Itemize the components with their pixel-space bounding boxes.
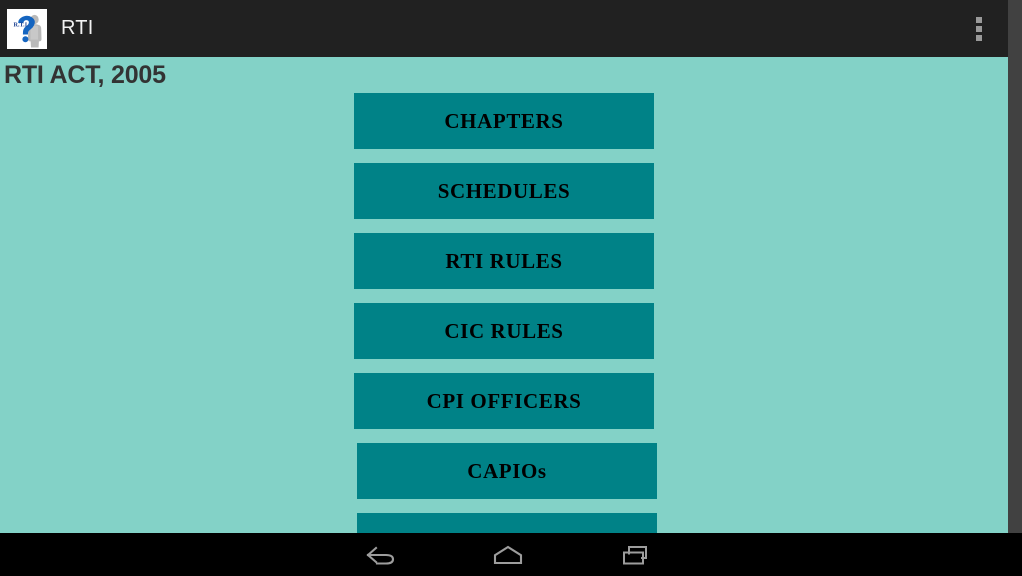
schedules-button[interactable]: SCHEDULES bbox=[354, 163, 654, 219]
chapters-button[interactable]: CHAPTERS bbox=[354, 93, 654, 149]
overflow-dot bbox=[976, 34, 982, 41]
cpi-officers-button[interactable]: CPI OFFICERS bbox=[354, 373, 654, 429]
content-area: RTI ACT, 2005 CHAPTERS SCHEDULES RTI RUL… bbox=[0, 57, 1008, 533]
menu-button-list: CHAPTERS SCHEDULES RTI RULES CIC RULES C… bbox=[0, 93, 1008, 533]
capios-button[interactable]: CAPIOs bbox=[357, 443, 657, 499]
home-icon[interactable] bbox=[466, 533, 550, 576]
recent-apps-icon[interactable] bbox=[595, 533, 679, 576]
android-navigation-bar bbox=[0, 533, 1022, 576]
overflow-menu-icon[interactable] bbox=[962, 0, 996, 57]
cic-rules-button[interactable]: CIC RULES bbox=[354, 303, 654, 359]
partial-button[interactable] bbox=[357, 513, 657, 533]
overflow-dot bbox=[976, 16, 982, 23]
device-screen: R.T.I. RTI RTI ACT, 2005 CHAPTERS SCHEDU… bbox=[0, 0, 1022, 576]
app-title: RTI bbox=[61, 17, 94, 39]
rti-question-mark-icon: R.T.I. bbox=[7, 8, 47, 49]
overflow-dot bbox=[976, 25, 982, 32]
rti-rules-button[interactable]: RTI RULES bbox=[354, 233, 654, 289]
back-icon[interactable] bbox=[338, 533, 422, 576]
window-edge-strip bbox=[1008, 0, 1022, 533]
page-title: RTI ACT, 2005 bbox=[4, 61, 166, 89]
svg-text:R.T.I.: R.T.I. bbox=[14, 21, 30, 28]
action-bar: R.T.I. RTI bbox=[0, 0, 1008, 57]
